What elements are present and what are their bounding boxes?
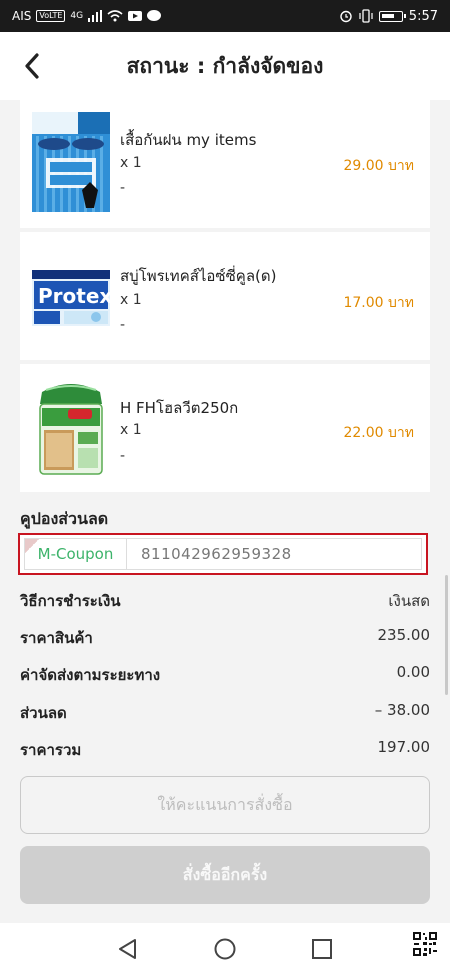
signal-icon [88,10,103,22]
status-bar: AIS VoLTE 4G 5:57 [0,0,450,32]
total-label: ราคารวม [20,741,82,759]
triangle-back-icon [119,939,136,959]
payment-method-value: เงินสด [388,592,430,610]
square-recents-icon [312,939,332,959]
coupon-section-title: คูปองส่วนลด [20,509,109,528]
svg-text:Protex: Protex [38,284,110,308]
item-qty: x 1 [120,155,142,171]
wifi-icon [107,10,123,22]
discount-value: – 38.00 [374,701,430,719]
discount-label: ส่วนลด [20,704,67,722]
item-qty: x 1 [120,292,142,308]
scrollbar[interactable] [445,575,448,695]
item-price: 17.00 บาท [343,295,414,311]
volte-badge: VoLTE [36,10,66,22]
page-header: สถานะ : กำลังจัดของ [0,32,450,100]
coupon-tag-label: M-Coupon [37,545,114,563]
coupon-corner-decoration [25,539,39,553]
discount-row: ส่วนลด – 38.00 [20,701,430,725]
order-item[interactable]: เสื้อกันฝน my items x 1 - 29.00 บาท [20,100,430,228]
item-name: สบู่โพรเทคส์ไอซ์ซี่คูล(ด) [120,267,277,285]
clock-time: 5:57 [408,8,438,24]
coupon-code: 811042962959328 [141,545,292,563]
payment-method-label: วิธีการชำระเงิน [20,592,121,610]
subtotal-label: ราคาสินค้า [20,629,93,647]
shipping-row: ค่าจัดส่งตามระยะทาง 0.00 [20,663,430,687]
item-price: 29.00 บาท [343,158,414,174]
carrier-label: AIS [12,9,32,23]
vibrate-icon [359,9,373,23]
battery-icon [378,10,406,22]
item-name: เสื้อกันฝน my items [120,131,257,149]
bread-image [32,378,110,478]
item-note: - [120,448,126,464]
item-name: H FHโฮลวีต250ก [120,399,239,417]
coupon-tag: M-Coupon [25,539,127,569]
raincoat-image [32,112,110,212]
nav-recents-button[interactable] [310,937,334,961]
back-button[interactable] [18,52,46,80]
shipping-label: ค่าจัดส่งตามระยะทาง [20,666,161,684]
protex-soap-image: Protex [32,270,112,326]
alarm-icon [340,10,352,23]
order-item[interactable]: H FHโฮลวีต250ก x 1 - 22.00 บาท [20,364,430,492]
order-item[interactable]: Protex สบู่โพรเทคส์ไอซ์ซี่คูล(ด) x 1 - 1… [20,232,430,360]
total-row: ราคารวม 197.00 [20,738,430,762]
reorder-button[interactable]: สั่งซื้ออีกครั้ง [20,846,430,904]
nav-back-button[interactable] [116,937,140,961]
item-note: - [120,317,126,333]
network-label: 4G [70,11,84,21]
qr-code-icon[interactable] [412,931,438,957]
payment-method-row: วิธีการชำระเงิน เงินสด [20,589,430,613]
subtotal-value: 235.00 [377,626,431,644]
rate-order-button[interactable]: ให้คะแนนการสั่งซื้อ [20,776,430,834]
item-note: - [120,180,126,196]
chevron-left-icon [25,53,39,79]
youtube-icon [128,11,143,21]
page-title: สถานะ : กำลังจัดของ [126,53,324,78]
item-qty: x 1 [120,422,142,438]
total-value: 197.00 [377,738,431,756]
item-price: 22.00 บาท [343,425,414,441]
line-app-icon [147,10,162,21]
nav-home-button[interactable] [213,937,237,961]
coupon-field[interactable]: M-Coupon 811042962959328 [18,533,428,575]
circle-home-icon [214,938,236,960]
subtotal-row: ราคาสินค้า 235.00 [20,626,430,650]
shipping-value: 0.00 [396,663,430,681]
system-nav-bar [0,923,450,975]
